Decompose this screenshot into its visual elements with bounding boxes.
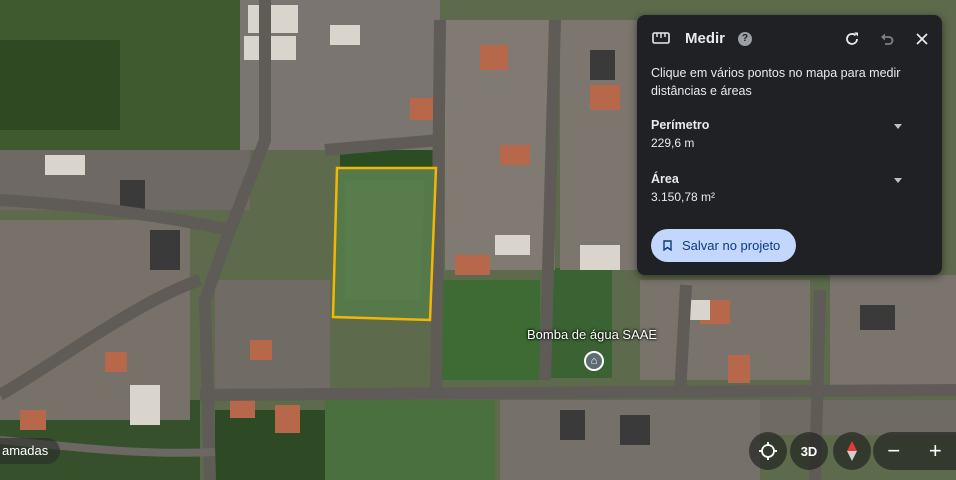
measure-panel-header: Medir ? [637,15,942,63]
refresh-button[interactable] [842,29,862,49]
save-button-label: Salvar no projeto [682,238,781,253]
zoom-out-button[interactable]: − [887,438,900,464]
compass-button[interactable] [833,432,871,470]
area-section[interactable]: Área 3.150,78 m² [651,172,926,204]
zoom-controls: − + [873,432,956,470]
area-value: 3.150,78 m² [651,190,716,204]
page-title: Medir [685,30,726,47]
undo-button[interactable] [877,29,897,49]
chevron-down-icon[interactable] [894,178,902,183]
bookmark-icon [663,240,672,251]
view-3d-button[interactable]: 3D [790,432,828,470]
zoom-in-button[interactable]: + [929,438,942,464]
close-icon [916,33,928,45]
compass-icon [847,441,857,461]
water-pump-icon[interactable]: ⌂ [584,351,604,371]
perimeter-value: 229,6 m [651,136,695,150]
my-location-button[interactable] [749,432,787,470]
undo-icon [881,33,894,45]
ruler-icon [652,32,670,44]
perimeter-label: Perímetro [651,118,710,132]
layers-button[interactable]: amadas [0,438,61,464]
measure-description: Clique em vários pontos no mapa para med… [651,66,901,98]
close-button[interactable] [912,29,932,49]
perimeter-section[interactable]: Perímetro 229,6 m [651,118,926,150]
location-crosshair-icon [759,442,777,460]
save-to-project-button[interactable]: Salvar no projeto [651,229,797,262]
refresh-icon [846,32,858,45]
chevron-down-icon[interactable] [894,124,902,129]
help-icon[interactable]: ? [738,32,752,46]
measure-panel: Medir ? Clique em vários pontos no mapa … [637,15,942,275]
poi-label[interactable]: Bomba de água SAAE [527,327,657,342]
area-label: Área [651,172,679,186]
